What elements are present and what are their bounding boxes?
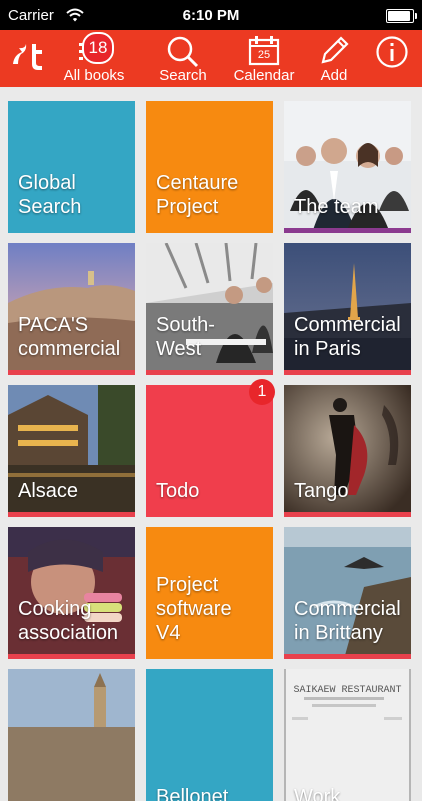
books-grid: Global Search Centaure Project The team … [0,87,422,801]
tile-label: Commercial in Brittany [294,598,401,644]
tile-label: Project software V4 [156,574,232,644]
belfry-photo [8,669,135,801]
tile-city-belfry[interactable] [8,669,135,801]
tile-label: Centaure Project [156,172,239,218]
tile-tango[interactable]: Tango [284,385,411,517]
tile-south-west[interactable]: South- West [146,243,273,375]
tile-label: South- West [156,314,215,360]
tile-color-bar [284,370,411,375]
status-bar: Carrier 6:10 PM [0,0,422,30]
tile-bellonet[interactable]: Bellonet [146,669,273,801]
pencil-icon [321,36,349,64]
calendar-label: Calendar [233,67,295,84]
tile-todo[interactable]: Todo 1 [146,379,275,517]
tile-alsace[interactable]: Alsace [8,385,135,517]
info-button[interactable] [370,30,414,87]
tile-label: Global Search [18,172,82,218]
tile-label: Alsace [18,480,79,502]
tile-commercial-paris[interactable]: Commercial in Paris [284,243,411,375]
info-icon [376,36,408,68]
tile-color-bar [284,512,411,517]
toolbar: All books 18 Search 25 Calendar Add [0,30,422,87]
add-button[interactable]: Add [310,30,358,87]
tile-commercial-brittany[interactable]: Commercial in Brittany [284,527,411,659]
tile-label: Todo [156,480,200,502]
search-button[interactable]: Search [150,30,216,87]
clock: 6:10 PM [182,7,240,24]
tile-project-software-v4[interactable]: Project software V4 [146,527,273,659]
tile-color-bar [8,654,135,659]
tile-color-bar [8,370,135,375]
tile-work[interactable]: SAIKAEW RESTAURANT Work [284,669,411,801]
all-books-label: All books [63,67,125,84]
receipt-title: SAIKAEW RESTAURANT [293,685,402,696]
tile-color-bar [284,228,411,233]
calendar-day: 25 [257,49,271,61]
tile-cooking-association[interactable]: Cooking association [8,527,135,659]
tile-label: The team [294,196,379,218]
books-count-badge: 18 [82,32,114,64]
tile-color-bar [146,370,273,375]
tile-label: Tango [294,480,349,502]
tile-label: Bellonet [156,786,229,801]
add-label: Add [320,67,348,84]
tile-color-bar [8,512,135,517]
tile-color-bar [284,654,411,659]
tile-paca-commercial[interactable]: PACA'S commercial [8,243,135,375]
tile-label: Work [294,786,341,801]
tile-the-team[interactable]: The team [284,101,411,233]
tile-label: PACA'S commercial [18,314,121,360]
calendar-button[interactable]: 25 Calendar [230,30,298,87]
tile-label: Commercial in Paris [294,314,401,360]
search-icon [167,36,199,68]
tile-label: Cooking association [18,598,119,644]
tile-global-search[interactable]: Global Search [8,101,135,233]
battery-icon [386,9,417,23]
todo-count-badge: 1 [249,379,275,405]
search-label: Search [159,67,207,84]
tile-centaure-project[interactable]: Centaure Project [146,101,273,233]
app-logo-icon[interactable] [10,38,44,72]
